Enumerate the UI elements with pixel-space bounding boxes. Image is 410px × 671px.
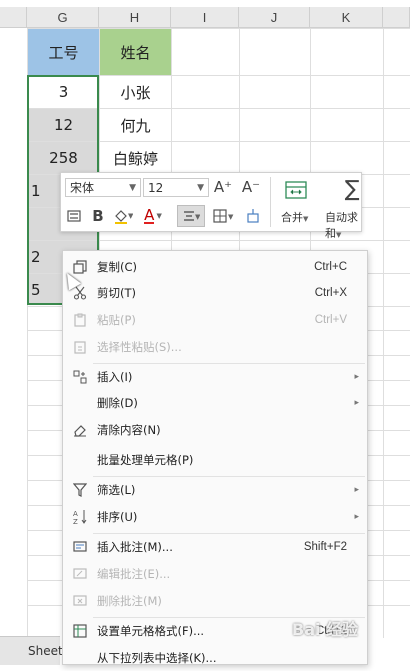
insert-comment-icon: [71, 538, 89, 556]
menu-item-batch-process[interactable]: 批量处理单元格(P): [63, 447, 367, 473]
increase-font-button[interactable]: A⁺: [213, 177, 233, 197]
merge-icon[interactable]: [283, 179, 309, 201]
font-name-combo[interactable]: 宋体 ▼: [65, 178, 141, 197]
menu-item-shortcut: Ctrl+C: [314, 261, 347, 273]
font-size-combo[interactable]: 12 ▼: [143, 178, 209, 197]
column-header-j[interactable]: J: [239, 7, 310, 28]
paste-special-icon: [71, 338, 89, 356]
submenu-arrow-icon: ▸: [354, 398, 359, 408]
watermark-logo: Bai 经验: [292, 620, 359, 639]
menu-item-clear-contents[interactable]: 清除内容(N): [63, 417, 367, 443]
cell-g-row1[interactable]: 3: [28, 76, 99, 108]
column-header-k[interactable]: K: [310, 7, 383, 28]
svg-text:A: A: [73, 510, 78, 518]
menu-item-delete-comment[interactable]: 删除批注(M): [63, 588, 367, 614]
chevron-down-icon: ▼: [336, 231, 342, 239]
chevron-down-icon: ▼: [156, 212, 162, 220]
menu-item-label: 删除批注(M): [97, 594, 162, 608]
menu-item-label: 编辑批注(E)...: [97, 567, 171, 581]
context-menu: 复制(C) Ctrl+C 剪切(T) Ctrl+X 粘贴(P) Ctrl+V 选…: [62, 250, 368, 665]
menu-item-label: 排序(U): [97, 510, 138, 524]
font-color-button[interactable]: A ▼: [141, 207, 165, 225]
column-header-g[interactable]: G: [27, 7, 99, 28]
menu-item-label: 筛选(L): [97, 483, 136, 497]
submenu-arrow-icon: ▸: [354, 372, 359, 382]
cell-h-row1[interactable]: 小张: [100, 76, 171, 108]
menu-item-label: 删除(D): [97, 396, 138, 410]
cell-h-header[interactable]: 姓名: [100, 29, 171, 75]
menu-item-edit-comment[interactable]: 编辑批注(E)...: [63, 561, 367, 587]
cell-h-row2[interactable]: 何九: [100, 109, 171, 141]
eraser-icon: [71, 421, 89, 439]
chevron-down-icon: ▼: [129, 183, 136, 193]
menu-item-shortcut: Shift+F2: [303, 541, 347, 553]
fill-color-button[interactable]: ▼: [111, 207, 135, 225]
font-size-value: 12: [148, 180, 164, 195]
format-cells-icon: [71, 622, 89, 640]
delete-comment-icon: [71, 592, 89, 610]
borders-button[interactable]: ▼: [211, 207, 237, 225]
column-header-l[interactable]: [383, 7, 410, 28]
font-color-label: A: [144, 206, 155, 224]
menu-item-copy[interactable]: 复制(C) Ctrl+C: [63, 254, 367, 280]
sigma-icon[interactable]: ∑: [339, 177, 365, 202]
menu-item-filter[interactable]: 筛选(L) ▸: [63, 477, 367, 503]
font-name-value: 宋体: [70, 181, 95, 195]
svg-text:▼: ▼: [128, 212, 133, 220]
submenu-arrow-icon: ▸: [354, 485, 359, 495]
corner-select-all[interactable]: [0, 7, 27, 28]
menu-item-label: 清除内容(N): [97, 423, 161, 437]
toolbar-divider: [270, 177, 271, 227]
align-center-button[interactable]: ▼: [177, 205, 205, 227]
column-header-h[interactable]: H: [99, 7, 171, 28]
menu-item-insert[interactable]: 插入(I) ▸: [63, 364, 367, 390]
svg-text:Z: Z: [73, 518, 78, 525]
menu-item-label: 批量处理单元格(P): [97, 453, 194, 467]
menu-item-label: 设置单元格格式(F)...: [97, 624, 205, 638]
menu-item-shortcut: Ctrl+X: [314, 287, 347, 299]
chevron-down-icon: ▼: [303, 215, 309, 223]
paste-icon: [71, 311, 89, 329]
submenu-arrow-icon: ▸: [354, 512, 359, 522]
menu-item-label: 粘贴(P): [97, 313, 136, 327]
edit-comment-icon: [71, 565, 89, 583]
filter-icon: [71, 481, 89, 499]
menu-item-sort[interactable]: AZ 排序(U) ▸: [63, 504, 367, 530]
merge-label: 合并: [281, 211, 303, 224]
menu-item-paste-special[interactable]: 选择性粘贴(S)...: [63, 334, 367, 360]
sort-icon: AZ: [71, 508, 89, 526]
chevron-down-icon: ▼: [197, 183, 204, 193]
menu-item-label: 从下拉列表中选择(K)...: [97, 651, 217, 665]
cell-g-header[interactable]: 工号: [28, 29, 99, 75]
menu-item-insert-comment[interactable]: 插入批注(M)... Shift+F2: [63, 534, 367, 560]
column-header-i[interactable]: I: [171, 7, 239, 28]
bold-button[interactable]: B: [89, 207, 107, 225]
clear-format-icon[interactable]: [243, 207, 263, 225]
svg-text:▼: ▼: [228, 213, 234, 221]
sheet-tab[interactable]: Sheet: [0, 636, 63, 665]
insert-icon: [71, 368, 89, 386]
cell-h-row3[interactable]: 白鲸婷: [100, 142, 171, 174]
menu-item-shortcut: Ctrl+V: [314, 314, 347, 326]
merge-button[interactable]: 合并▼: [281, 209, 308, 225]
svg-text:▼: ▼: [195, 213, 200, 221]
menu-item-pick-from-list[interactable]: 从下拉列表中选择(K)...: [63, 645, 367, 671]
menu-item-cut[interactable]: 剪切(T) Ctrl+X: [63, 280, 367, 306]
menu-item-delete[interactable]: 删除(D) ▸: [63, 390, 367, 416]
menu-item-label: 复制(C): [97, 260, 138, 274]
menu-item-label: 插入批注(M)...: [97, 540, 173, 554]
decrease-font-button[interactable]: A⁻: [241, 177, 261, 197]
mini-toolbar: 宋体 ▼ 12 ▼ A⁺ A⁻ B ▼ A ▼ ▼ ▼ 合并▼ ∑ 自动求和▼: [60, 172, 365, 240]
wrap-text-icon[interactable]: [65, 207, 83, 225]
cell-g-row3[interactable]: 258: [28, 142, 99, 174]
autosum-button[interactable]: 自动求和▼: [325, 209, 361, 241]
menu-item-label: 插入(I): [97, 370, 133, 384]
menu-item-paste[interactable]: 粘贴(P) Ctrl+V: [63, 307, 367, 333]
autosum-label: 自动求和: [325, 211, 358, 240]
menu-item-label: 选择性粘贴(S)...: [97, 340, 182, 354]
cell-g-row2[interactable]: 12: [28, 109, 99, 141]
menu-item-label: 剪切(T): [97, 286, 136, 300]
